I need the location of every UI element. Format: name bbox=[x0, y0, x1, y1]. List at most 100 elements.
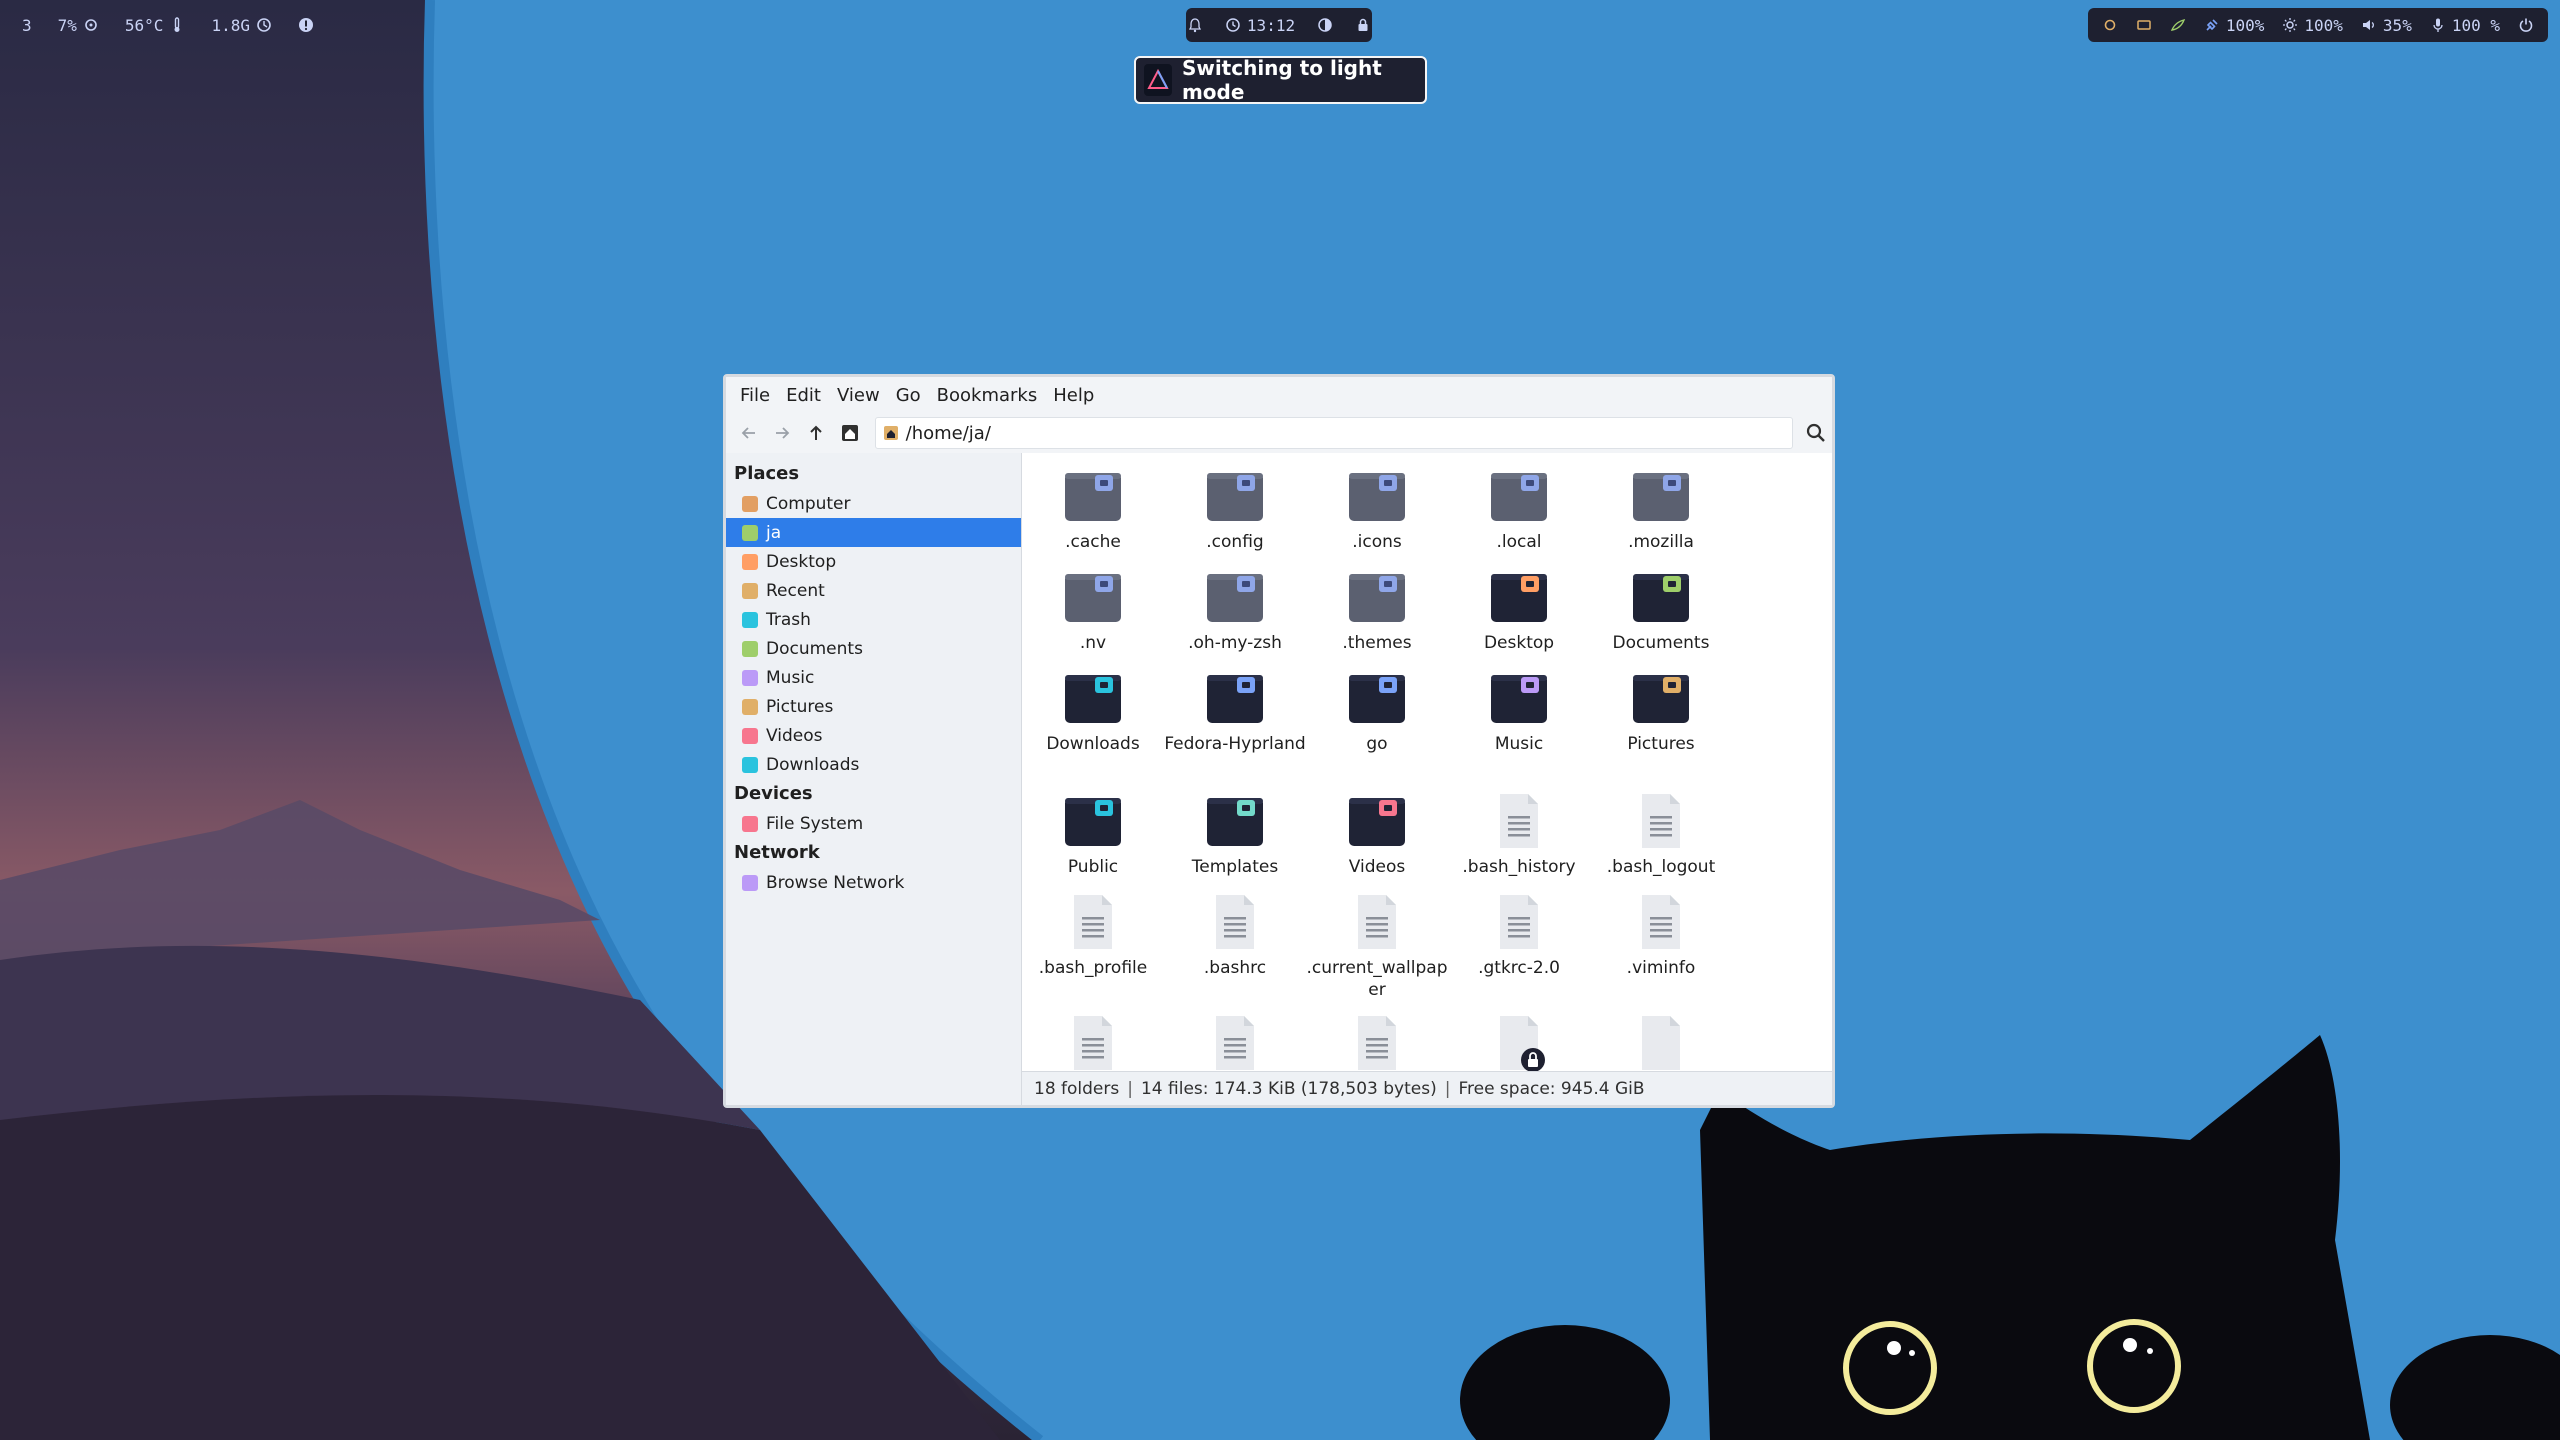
sidebar-item-computer[interactable]: Computer bbox=[726, 489, 1021, 518]
file-item-downloads[interactable]: Downloads bbox=[1022, 667, 1164, 755]
file-item-gtkrc-2-0[interactable]: .gtkrc-2.0 bbox=[1448, 891, 1590, 979]
temperature-widget[interactable]: 56°C bbox=[125, 16, 186, 35]
battery-widget[interactable]: 100% bbox=[2204, 16, 2264, 35]
text-file-icon bbox=[1630, 790, 1692, 852]
file-item-documents[interactable]: Documents bbox=[1590, 566, 1732, 654]
file-item-public[interactable]: Public bbox=[1022, 790, 1164, 878]
volume-widget[interactable]: 35% bbox=[2361, 16, 2412, 35]
file-label: Templates bbox=[1191, 857, 1279, 877]
screen-icon[interactable] bbox=[2136, 17, 2152, 33]
menu-view[interactable]: View bbox=[829, 385, 888, 406]
home-button[interactable] bbox=[835, 416, 865, 450]
notification-text: Switching to light mode bbox=[1181, 56, 1382, 104]
file-item-viminfo[interactable]: .viminfo bbox=[1590, 891, 1732, 979]
search-icon bbox=[1807, 423, 1826, 442]
folder-icon bbox=[1488, 465, 1550, 527]
workspace-indicator[interactable]: 3 bbox=[22, 16, 32, 35]
up-button[interactable] bbox=[801, 416, 831, 450]
info-widget[interactable] bbox=[298, 17, 314, 33]
file-item-nv[interactable]: .nv bbox=[1022, 566, 1164, 654]
file-item-bashrc[interactable]: .bashrc bbox=[1164, 891, 1306, 979]
file-item-config[interactable]: .config bbox=[1164, 465, 1306, 553]
text-file-icon bbox=[1346, 1012, 1408, 1071]
file-label: .themes bbox=[1342, 633, 1412, 653]
file-item-oh-my-zsh[interactable]: .oh-my-zsh bbox=[1164, 566, 1306, 654]
sidebar-item-desktop[interactable]: Desktop bbox=[726, 547, 1021, 576]
file-item-bash-history[interactable]: .bash_history bbox=[1448, 790, 1590, 878]
file-item-templates[interactable]: Templates bbox=[1164, 790, 1306, 878]
file-label: Music bbox=[1494, 734, 1544, 754]
menu-file[interactable]: File bbox=[732, 385, 778, 406]
menu-edit[interactable]: Edit bbox=[778, 385, 829, 406]
power-icon[interactable] bbox=[2518, 17, 2534, 33]
file-item-icons[interactable]: .icons bbox=[1306, 465, 1448, 553]
sidebar-item-downloads[interactable]: Downloads bbox=[726, 750, 1021, 779]
file-system-icon bbox=[742, 815, 758, 832]
file-item-unnamed[interactable] bbox=[1306, 1012, 1448, 1071]
folder-icon bbox=[1346, 566, 1408, 628]
notification-bell-icon[interactable] bbox=[1187, 17, 1203, 33]
sidebar-item-videos[interactable]: Videos bbox=[726, 721, 1021, 750]
search-button[interactable] bbox=[1801, 416, 1832, 450]
file-item-videos[interactable]: Videos bbox=[1306, 790, 1448, 878]
sidebar-item-label: ja bbox=[766, 522, 782, 543]
file-item-cache[interactable]: .cache bbox=[1022, 465, 1164, 553]
lock-icon[interactable] bbox=[1355, 17, 1371, 33]
status-folders: 18 folders bbox=[1034, 1078, 1120, 1099]
file-item-bash-logout[interactable]: .bash_logout bbox=[1590, 790, 1732, 878]
file-item-local[interactable]: .local bbox=[1448, 465, 1590, 553]
menu-bookmarks[interactable]: Bookmarks bbox=[929, 385, 1046, 406]
file-item-unnamed[interactable] bbox=[1022, 1012, 1164, 1071]
text-file-icon bbox=[1488, 891, 1550, 953]
file-item-bash-profile[interactable]: .bash_profile bbox=[1022, 891, 1164, 979]
file-item-fedora-hyprland[interactable]: Fedora-Hyprland bbox=[1164, 667, 1306, 755]
sidebar-item-documents[interactable]: Documents bbox=[726, 634, 1021, 663]
microphone-widget[interactable]: 100 % bbox=[2430, 16, 2500, 35]
file-item-desktop[interactable]: Desktop bbox=[1448, 566, 1590, 654]
sidebar-heading-devices: Devices bbox=[734, 783, 813, 804]
file-item-current-wallpaper[interactable]: .current_wallpaper bbox=[1306, 891, 1448, 1001]
file-icon bbox=[1630, 1012, 1692, 1071]
sidebar-item-pictures[interactable]: Pictures bbox=[726, 692, 1021, 721]
menu-go[interactable]: Go bbox=[888, 385, 929, 406]
sidebar-item-recent[interactable]: Recent bbox=[726, 576, 1021, 605]
notification-toast[interactable]: Switching to light mode bbox=[1134, 56, 1427, 104]
file-item-unnamed[interactable] bbox=[1448, 1012, 1590, 1071]
documents-icon bbox=[742, 640, 758, 657]
folder-icon bbox=[1346, 790, 1408, 852]
cpu-widget[interactable]: 7% bbox=[58, 16, 99, 35]
sidebar-item-trash[interactable]: Trash bbox=[726, 605, 1021, 634]
arrow-left-icon bbox=[741, 427, 755, 439]
sidebar-item-ja[interactable]: ja bbox=[726, 518, 1021, 547]
arrow-up-icon bbox=[810, 425, 822, 440]
sidebar-item-browse-network[interactable]: Browse Network bbox=[726, 868, 1021, 897]
sidebar-item-file-system[interactable]: File System bbox=[726, 809, 1021, 838]
file-item-go[interactable]: go bbox=[1306, 667, 1448, 755]
file-label: .bash_logout bbox=[1606, 857, 1716, 877]
file-view[interactable]: .cache .config .icons .local .mozilla .n… bbox=[1022, 453, 1832, 1105]
record-icon[interactable] bbox=[2102, 17, 2118, 33]
file-item-music[interactable]: Music bbox=[1448, 667, 1590, 755]
location-bar[interactable]: /home/ja/ bbox=[874, 417, 1793, 449]
file-item-themes[interactable]: .themes bbox=[1306, 566, 1448, 654]
file-item-mozilla[interactable]: .mozilla bbox=[1590, 465, 1732, 553]
folder-icon bbox=[1346, 667, 1408, 729]
forward-button[interactable] bbox=[768, 416, 798, 450]
power-profile-icon[interactable] bbox=[2170, 17, 2186, 33]
sidebar-item-music[interactable]: Music bbox=[726, 663, 1021, 692]
file-item-unnamed[interactable] bbox=[1590, 1012, 1732, 1071]
theme-toggle-icon[interactable] bbox=[1317, 17, 1333, 33]
back-button[interactable] bbox=[734, 416, 764, 450]
folder-icon bbox=[1204, 790, 1266, 852]
clock-widget[interactable]: 13:12 bbox=[1225, 16, 1295, 35]
folder-icon bbox=[1346, 465, 1408, 527]
menubar: File Edit View Go Bookmarks Help bbox=[726, 377, 1832, 413]
folder-icon bbox=[1062, 566, 1124, 628]
file-manager-window[interactable]: File Edit View Go Bookmarks Help /home/j… bbox=[723, 374, 1835, 1108]
file-item-pictures[interactable]: Pictures bbox=[1590, 667, 1732, 755]
brightness-widget[interactable]: 100% bbox=[2282, 16, 2343, 35]
sidebar-item-label: File System bbox=[766, 813, 864, 834]
memory-widget[interactable]: 1.8G bbox=[211, 16, 272, 35]
menu-help[interactable]: Help bbox=[1045, 385, 1102, 406]
file-item-unnamed[interactable] bbox=[1164, 1012, 1306, 1071]
